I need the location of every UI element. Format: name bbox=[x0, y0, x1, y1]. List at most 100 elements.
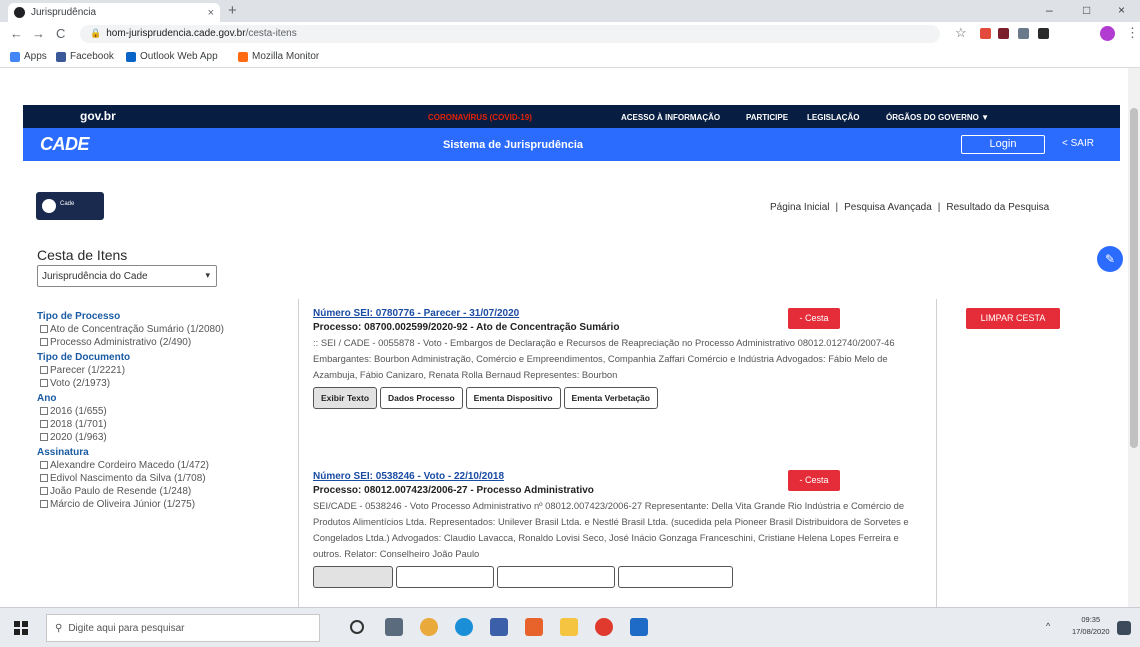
bookmark-outlook[interactable]: Outlook Web App bbox=[126, 51, 218, 62]
remove-cesta-button[interactable]: - Cesta bbox=[788, 470, 840, 491]
jurisprudencia-select[interactable]: Jurisprudência do Cade ▾ bbox=[37, 265, 217, 287]
facet-item[interactable]: Processo Administrativo (2/490) bbox=[37, 336, 287, 349]
checkbox[interactable] bbox=[40, 500, 48, 508]
result-actions bbox=[313, 566, 923, 588]
ementa-dispositivo-button[interactable] bbox=[497, 566, 615, 588]
tray-expand-icon[interactable]: ^ bbox=[1046, 621, 1050, 631]
office-icon[interactable] bbox=[525, 618, 543, 636]
extension-icon-3[interactable] bbox=[1018, 28, 1029, 39]
nav-pesquisa-avancada[interactable]: Pesquisa Avançada bbox=[844, 202, 932, 213]
system-title: Sistema de Jurisprudência bbox=[443, 139, 583, 151]
facet-item[interactable]: Edivol Nascimento da Silva (1/708) bbox=[37, 472, 287, 485]
bookmark-facebook[interactable]: Facebook bbox=[56, 51, 114, 62]
address-bar[interactable]: 🔒 hom-jurisprudencia.cade.gov.br/cesta-it… bbox=[80, 25, 940, 43]
clock-date: 17/08/2020 bbox=[1072, 627, 1110, 636]
facet-item[interactable]: 2018 (1/701) bbox=[37, 418, 287, 431]
back-button[interactable]: ← bbox=[10, 26, 23, 41]
dados-processo-button[interactable]: Dados Processo bbox=[380, 387, 463, 409]
browser-tab-title: Jurisprudência bbox=[31, 7, 97, 18]
gov-link-orgaos[interactable]: ÓRGÃOS DO GOVERNO ▼ bbox=[886, 113, 989, 122]
bookmark-star-icon[interactable]: ☆ bbox=[955, 25, 967, 41]
facet-item[interactable]: Ato de Concentração Sumário (1/2080) bbox=[37, 323, 272, 336]
outlook-taskbar-icon[interactable] bbox=[630, 618, 648, 636]
page-scrollbar[interactable] bbox=[1128, 68, 1140, 607]
browser-menu-icon[interactable]: ⋮ bbox=[1126, 25, 1139, 41]
system-clock[interactable]: 09:35 17/08/2020 bbox=[1072, 614, 1110, 638]
chrome-icon[interactable] bbox=[420, 618, 438, 636]
result-actions: Exibir Texto Dados Processo Ementa Dispo… bbox=[313, 387, 923, 409]
file-explorer-icon[interactable] bbox=[560, 618, 578, 636]
exibir-texto-button[interactable] bbox=[313, 566, 393, 588]
task-view-icon[interactable] bbox=[385, 618, 403, 636]
breadcrumb-nav: Página Inicial | Pesquisa Avançada | Resulta… bbox=[770, 202, 1049, 213]
site-logo[interactable]: Cade bbox=[36, 192, 104, 220]
mozilla-monitor-icon bbox=[238, 51, 248, 62]
facet-item[interactable]: 2020 (1/963) bbox=[37, 431, 287, 444]
gov-link-participe[interactable]: PARTICIPE bbox=[746, 113, 788, 122]
checkbox[interactable] bbox=[40, 474, 48, 482]
tab-close-icon[interactable]: × bbox=[208, 7, 214, 19]
facet-item[interactable]: 2016 (1/655) bbox=[37, 405, 287, 418]
result-snippet: :: SEI / CADE - 0055878 - Voto - Embargo… bbox=[313, 337, 895, 380]
facet-head-assinatura: Assinatura bbox=[37, 447, 89, 458]
facet-item[interactable]: Alexandre Cordeiro Macedo (1/472) bbox=[37, 459, 287, 472]
covid-link[interactable]: CORONAVÍRUS (COVID-19) bbox=[428, 113, 532, 122]
maximize-button[interactable]: □ bbox=[1083, 3, 1090, 17]
facet-item[interactable]: Márcio de Oliveira Júnior (1/275) bbox=[37, 498, 287, 511]
new-tab-button[interactable]: + bbox=[228, 2, 237, 19]
nav-resultado-pesquisa[interactable]: Resultado da Pesquisa bbox=[946, 202, 1049, 213]
bookmark-mozilla-monitor[interactable]: Mozilla Monitor bbox=[238, 51, 319, 62]
forward-button[interactable]: → bbox=[32, 26, 45, 41]
minimize-button[interactable]: – bbox=[1046, 3, 1053, 17]
ementa-verbetacao-button[interactable] bbox=[618, 566, 733, 588]
notifications-icon[interactable] bbox=[1117, 621, 1131, 635]
checkbox[interactable] bbox=[40, 461, 48, 469]
extension-icon-2[interactable] bbox=[998, 28, 1009, 39]
browser-tab-active[interactable]: Jurisprudência × bbox=[8, 3, 220, 22]
windows-start-icon[interactable] bbox=[14, 621, 28, 635]
ementa-verbetacao-button[interactable]: Ementa Verbetação bbox=[563, 387, 658, 409]
extensions-puzzle-icon[interactable] bbox=[1038, 28, 1049, 39]
bookmark-apps[interactable]: Apps bbox=[10, 51, 47, 62]
exibir-texto-button[interactable]: Exibir Texto bbox=[313, 387, 378, 409]
reload-button[interactable]: C bbox=[56, 26, 65, 41]
scrollbar-thumb[interactable] bbox=[1130, 108, 1138, 448]
gov-link-legislacao[interactable]: LEGISLAÇÃO bbox=[807, 113, 859, 122]
remove-cesta-button[interactable]: - Cesta bbox=[788, 308, 840, 329]
checkbox[interactable] bbox=[40, 379, 48, 387]
gov-logo[interactable]: gov.br bbox=[80, 109, 116, 123]
extension-icon-1[interactable] bbox=[980, 28, 991, 39]
checkbox[interactable] bbox=[40, 325, 48, 333]
taskbar-search[interactable]: ⚲ Digite aqui para pesquisar bbox=[46, 614, 320, 642]
apps-grid-icon bbox=[10, 51, 20, 62]
dados-processo-button[interactable] bbox=[396, 566, 494, 588]
gov-bar: gov.br CORONAVÍRUS (COVID-19) ACESSO À I… bbox=[23, 105, 1120, 128]
facet-head-ano: Ano bbox=[37, 393, 57, 404]
cade-logo[interactable]: CADE bbox=[40, 134, 90, 155]
ementa-dispositivo-button[interactable]: Ementa Dispositivo bbox=[465, 387, 561, 409]
login-button[interactable]: Login bbox=[961, 135, 1045, 154]
checkbox[interactable] bbox=[40, 407, 48, 415]
chevron-down-icon: ▾ bbox=[205, 270, 210, 280]
gov-link-acesso[interactable]: ACESSO À INFORMAÇÃO bbox=[621, 113, 720, 122]
nav-pagina-inicial[interactable]: Página Inicial bbox=[770, 202, 829, 213]
accessibility-helper-icon[interactable]: ✎ bbox=[1097, 246, 1123, 272]
checkbox[interactable] bbox=[40, 366, 48, 374]
checkbox[interactable] bbox=[40, 487, 48, 495]
facet-item[interactable]: João Paulo de Resende (1/248) bbox=[37, 485, 287, 498]
checkbox[interactable] bbox=[40, 338, 48, 346]
checkbox[interactable] bbox=[40, 420, 48, 428]
close-window-button[interactable]: × bbox=[1118, 3, 1125, 17]
store-icon[interactable] bbox=[490, 618, 508, 636]
edge-icon[interactable] bbox=[455, 618, 473, 636]
profile-avatar[interactable] bbox=[1100, 26, 1115, 41]
facet-item[interactable]: Voto (2/1973) bbox=[37, 377, 287, 390]
sair-link[interactable]: < SAIR bbox=[1062, 138, 1094, 149]
app-icon[interactable] bbox=[595, 618, 613, 636]
bookmarks-bar: Apps Facebook Outlook Web App Mozilla Mo… bbox=[0, 46, 1140, 68]
browser-toolbar: ← → C 🔒 hom-jurisprudencia.cade.gov.br/ce… bbox=[0, 22, 1140, 46]
facet-item[interactable]: Parecer (1/2221) bbox=[37, 364, 287, 377]
limpar-cesta-button[interactable]: LIMPAR CESTA bbox=[966, 308, 1060, 329]
checkbox[interactable] bbox=[40, 433, 48, 441]
cortana-icon[interactable] bbox=[350, 620, 364, 634]
